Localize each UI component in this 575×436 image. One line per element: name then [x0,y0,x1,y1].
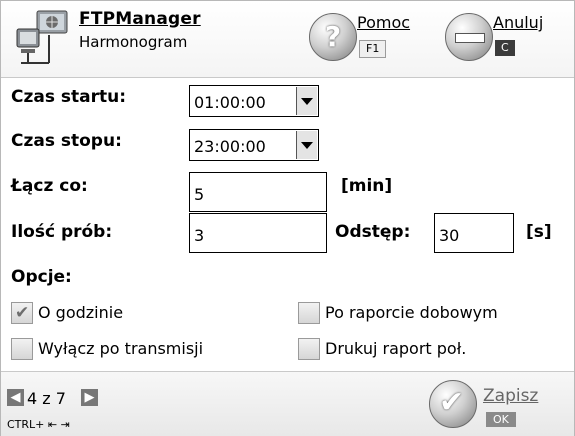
option-off-after-transmission-label: Wyłącz po transmisji [38,339,204,358]
gap-input[interactable]: 30 [434,213,514,253]
cancel-key-badge: C [495,40,515,56]
interval-input[interactable]: 5 [189,172,327,212]
save-key-badge: OK [486,412,516,427]
arrow-left-icon[interactable]: ◀ [7,389,24,406]
interval-label: Łącz co: [11,176,88,196]
option-after-daily-report-checkbox[interactable]: Po raporcie dobowym [298,301,568,327]
checkmark-icon: ✔ [429,380,477,428]
chevron-down-icon[interactable] [296,87,317,115]
chevron-down-icon[interactable] [296,131,317,159]
gap-unit-label: [s] [526,222,552,242]
stop-time-value: 23:00:00 [194,137,266,156]
help-button[interactable]: ? Pomoc F1 [309,7,429,71]
cancel-button[interactable]: Anuluj C [445,7,570,71]
question-icon: ? [309,13,357,61]
tries-label: Ilość prób: [11,222,113,242]
start-time-select[interactable]: 01:00:00 [189,85,319,117]
window-frame: FTPManager Harmonogram ? Pomoc F1 Anuluj… [0,0,575,436]
arrow-right-icon[interactable]: ▶ [81,389,98,406]
options-label: Opcje: [11,267,72,287]
computer-network-icon [16,10,68,64]
page-subtitle: Harmonogram [79,33,188,51]
page-indicator: 4 z 7 [27,389,66,408]
footer: ◀ 4 z 7 ▶ CTRL+ ⇤ ⇥ ✔ Zapisz OK [1,371,574,436]
option-print-report-checkbox[interactable]: Drukuj raport poł. [298,337,568,363]
start-time-label: Czas startu: [11,87,127,107]
cancel-label: Anuluj [493,13,544,32]
minus-icon [445,13,493,61]
checkbox-box [298,302,320,324]
app-title: FTPManager [79,9,201,29]
checkbox-box: ✔ [11,302,33,324]
gap-label: Odstęp: [335,222,411,242]
checkmark-icon: ✔ [15,303,30,323]
option-after-daily-report-label: Po raporcie dobowym [325,303,498,322]
option-on-hour-checkbox[interactable]: ✔ O godzinie [11,301,211,327]
stop-time-select[interactable]: 23:00:00 [189,129,319,161]
start-time-value: 01:00:00 [194,93,266,112]
checkbox-box [298,338,320,360]
tries-input[interactable]: 3 [189,213,327,253]
option-print-report-label: Drukuj raport poł. [325,339,467,358]
nav-shortcut-hint: CTRL+ ⇤ ⇥ [7,418,70,431]
checkbox-box [11,338,33,360]
help-key-badge: F1 [359,40,387,58]
option-off-after-transmission-checkbox[interactable]: Wyłącz po transmisji [11,337,291,363]
stop-time-label: Czas stopu: [11,131,122,151]
header: FTPManager Harmonogram ? Pomoc F1 Anuluj… [1,1,574,78]
save-button[interactable]: ✔ Zapisz OK [429,376,569,432]
option-on-hour-label: O godzinie [38,303,124,322]
interval-unit-label: [min] [341,176,393,196]
save-label: Zapisz [483,386,539,406]
help-label: Pomoc [357,13,411,32]
